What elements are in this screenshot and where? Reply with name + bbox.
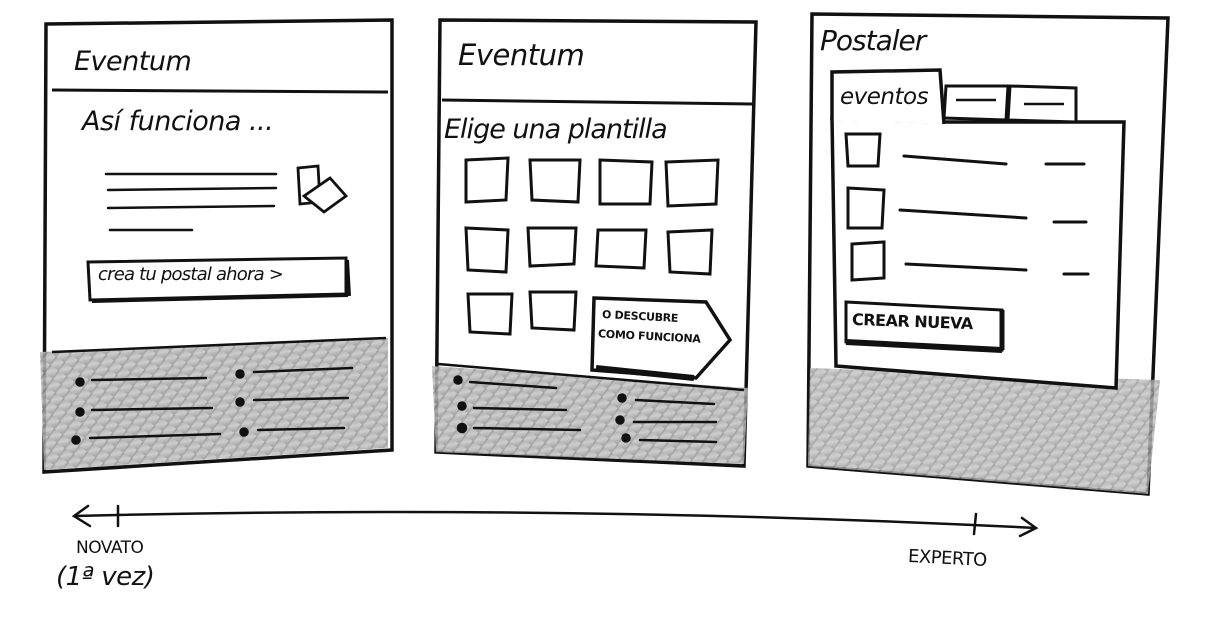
first-time-label: (1ª vez): [56, 562, 155, 592]
template-thumb[interactable]: [598, 158, 654, 206]
template-thumb[interactable]: [664, 158, 720, 208]
template-thumb[interactable]: [526, 226, 578, 268]
template-thumb[interactable]: [464, 226, 510, 274]
template-thumb[interactable]: [466, 292, 514, 336]
panel-2-heading: Elige una plantilla: [444, 114, 668, 145]
axis-line: [72, 510, 1038, 530]
panel-1-mockup: [40, 18, 394, 474]
panel-3-brand: Postaler: [820, 24, 926, 57]
panel-1-heading: Así funciona ...: [82, 106, 274, 137]
tab-2[interactable]: [942, 84, 1010, 122]
template-thumb[interactable]: [528, 290, 578, 332]
experience-axis: [71, 504, 1039, 538]
panel-1-footer: [40, 338, 388, 470]
expert-label: EXPERTO: [907, 545, 988, 572]
panel-2-mockup: [432, 18, 758, 468]
panel-1-brand: Eventum: [74, 46, 192, 77]
template-thumb[interactable]: [666, 228, 714, 276]
template-thumb[interactable]: [594, 228, 648, 270]
event-thumb: [850, 240, 886, 282]
novice-label: NOVATO: [76, 538, 144, 558]
template-thumb[interactable]: [528, 158, 582, 204]
tab-eventos-label[interactable]: eventos: [840, 84, 929, 110]
template-thumb[interactable]: [464, 156, 510, 204]
event-thumb: [846, 186, 886, 230]
panel-1-header-divider: [51, 88, 389, 94]
event-thumb: [844, 132, 882, 168]
create-postcard-label[interactable]: crea tu postal ahora >: [98, 264, 284, 285]
expert-tick: [972, 512, 978, 536]
panel-2-brand: Eventum: [458, 38, 585, 72]
